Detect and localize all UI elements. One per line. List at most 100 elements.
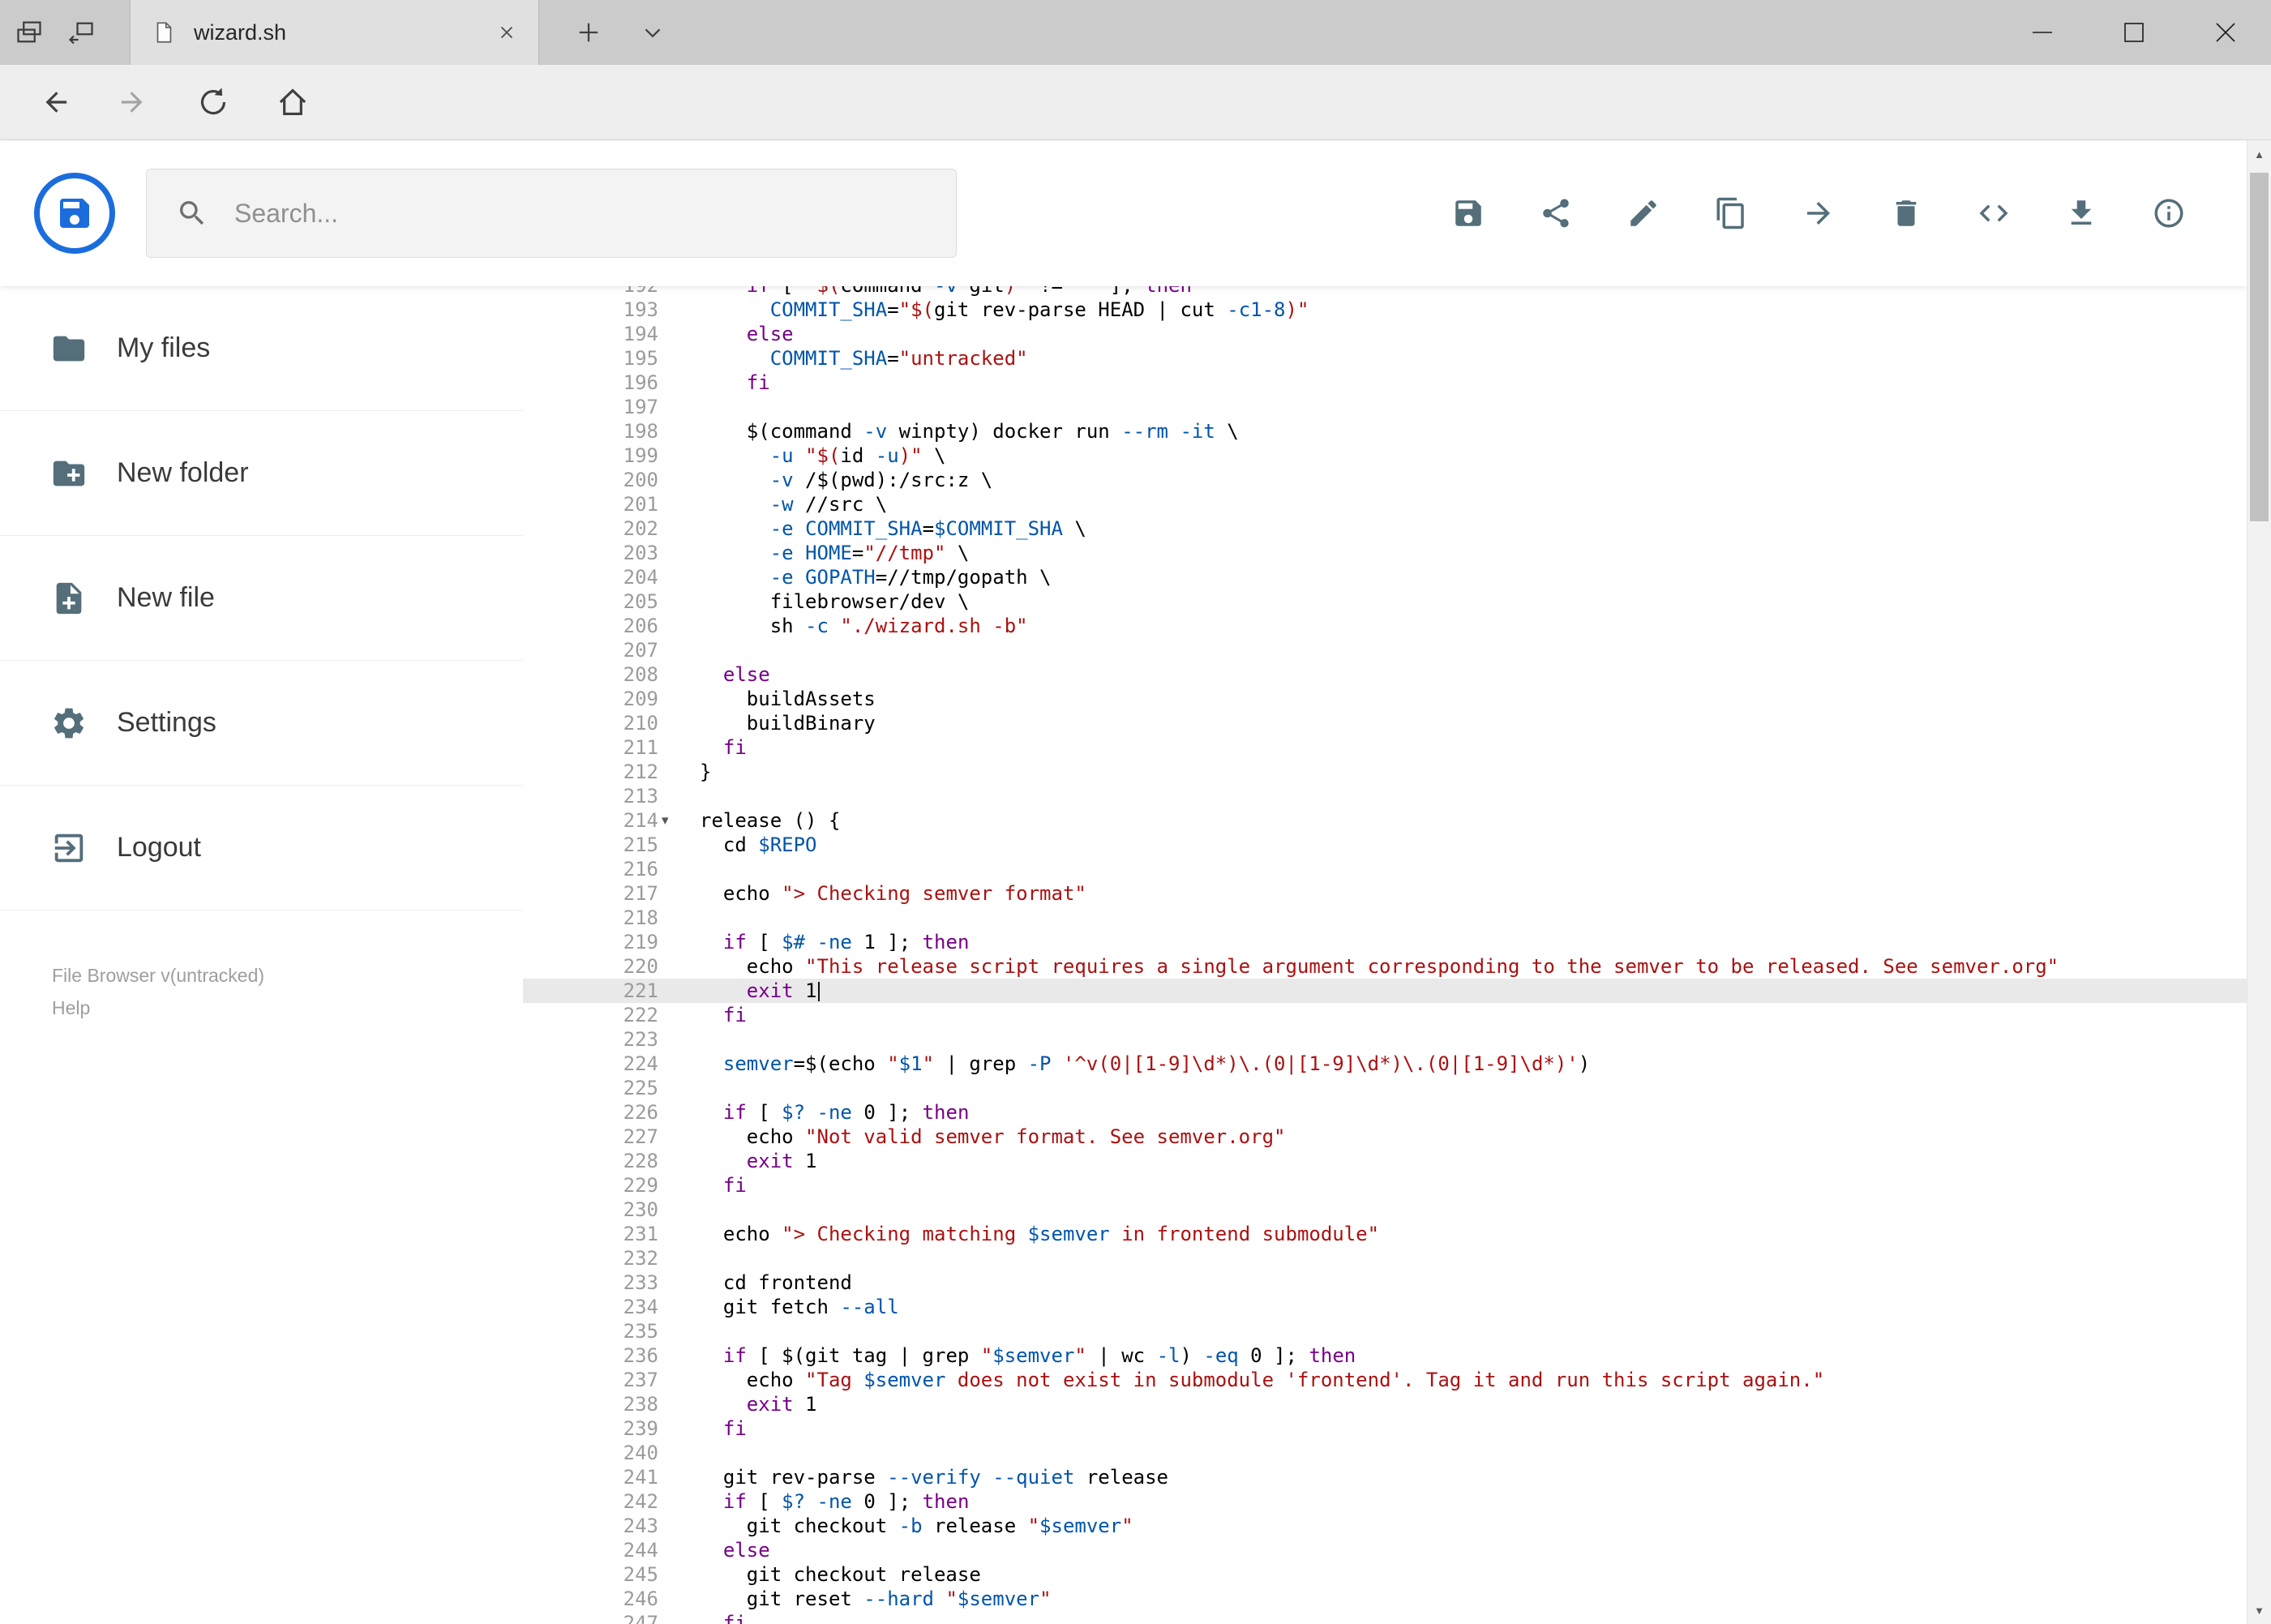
code-line[interactable]: 202 -e COMMIT_SHA=$COMMIT_SHA \ bbox=[523, 516, 2247, 541]
help-link[interactable]: Help bbox=[52, 992, 264, 1024]
source-code-button[interactable] bbox=[1977, 196, 2011, 230]
code-line[interactable]: 203 -e HOME="//tmp" \ bbox=[523, 541, 2247, 565]
code-line[interactable]: 208 else bbox=[523, 662, 2247, 687]
code-line[interactable]: 205 filebrowser/dev \ bbox=[523, 589, 2247, 614]
code-line[interactable]: 215 cd $REPO bbox=[523, 833, 2247, 857]
code-line[interactable]: 233 cd frontend bbox=[523, 1270, 2247, 1295]
tab-preview-icon[interactable] bbox=[15, 18, 44, 47]
code-line[interactable]: 195 COMMIT_SHA="untracked" bbox=[523, 346, 2247, 371]
code-line[interactable]: 221 exit 1 bbox=[523, 979, 2247, 1003]
code-line[interactable]: 196 fi bbox=[523, 371, 2247, 395]
forward-button[interactable] bbox=[94, 65, 174, 139]
code-line[interactable]: 194 else bbox=[523, 322, 2247, 346]
scroll-down-arrow-icon[interactable]: ▼ bbox=[2247, 1596, 2271, 1624]
fold-gutter bbox=[658, 1587, 686, 1611]
info-button[interactable] bbox=[2152, 196, 2186, 230]
code-line[interactable]: 244 else bbox=[523, 1538, 2247, 1562]
home-button[interactable] bbox=[253, 65, 332, 139]
fold-toggle-icon[interactable]: ▾ bbox=[658, 808, 686, 833]
search-box[interactable] bbox=[146, 169, 957, 258]
code-line[interactable]: 241 git rev-parse --verify --quiet relea… bbox=[523, 1465, 2247, 1489]
sidebar-item-new-file[interactable]: New file bbox=[0, 536, 523, 661]
set-aside-tabs-icon[interactable] bbox=[66, 18, 96, 47]
code-line[interactable]: 214 ▾ release () { bbox=[523, 808, 2247, 833]
code-line[interactable]: 193 COMMIT_SHA="$(git rev-parse HEAD | c… bbox=[523, 298, 2247, 322]
sidebar-item-settings[interactable]: Settings bbox=[0, 661, 523, 786]
code-line[interactable]: 246 git reset --hard "$semver" bbox=[523, 1587, 2247, 1611]
back-button[interactable] bbox=[15, 65, 94, 139]
scrollbar[interactable]: ▲ ▼ bbox=[2247, 140, 2271, 1624]
code-line[interactable]: 240 bbox=[523, 1441, 2247, 1465]
code-line[interactable]: 209 buildAssets bbox=[523, 687, 2247, 711]
code-line[interactable]: 247 fi bbox=[523, 1611, 2247, 1624]
code-line[interactable]: 217 echo "> Checking semver format" bbox=[523, 881, 2247, 906]
code-editor[interactable]: 192 if [ "$(command -v git)" != "" ]; th… bbox=[523, 286, 2247, 1624]
rename-button[interactable] bbox=[1626, 196, 1660, 230]
code-line[interactable]: 232 bbox=[523, 1246, 2247, 1270]
code-line[interactable]: 230 bbox=[523, 1198, 2247, 1222]
save-button[interactable] bbox=[1451, 196, 1485, 230]
scrollbar-thumb[interactable] bbox=[2250, 173, 2269, 521]
code-line[interactable]: 245 git checkout release bbox=[523, 1562, 2247, 1587]
close-button[interactable] bbox=[2179, 0, 2271, 65]
code-line[interactable]: 206 sh -c "./wizard.sh -b" bbox=[523, 614, 2247, 638]
code-line[interactable]: 204 -e GOPATH=//tmp/gopath \ bbox=[523, 565, 2247, 589]
code-line[interactable]: 207 bbox=[523, 638, 2247, 662]
code-line[interactable]: 218 bbox=[523, 906, 2247, 930]
browser-tab[interactable]: wizard.sh bbox=[130, 0, 539, 65]
code-line[interactable]: 216 bbox=[523, 857, 2247, 881]
sidebar-item-my-files[interactable]: My files bbox=[0, 286, 523, 411]
code-line[interactable]: 212} bbox=[523, 760, 2247, 784]
refresh-button[interactable] bbox=[174, 65, 253, 139]
code-line[interactable]: 200 -v /$(pwd):/src:z \ bbox=[523, 468, 2247, 492]
code-line[interactable]: 229 fi bbox=[523, 1173, 2247, 1198]
code-line[interactable]: 225 bbox=[523, 1076, 2247, 1100]
scroll-up-arrow-icon[interactable]: ▲ bbox=[2247, 140, 2271, 168]
line-number: 206 bbox=[623, 615, 658, 637]
code-line[interactable]: 222 fi bbox=[523, 1003, 2247, 1027]
code-line[interactable]: 210 buildBinary bbox=[523, 711, 2247, 735]
code-line[interactable]: 231 echo "> Checking matching $semver in… bbox=[523, 1222, 2247, 1246]
fold-gutter bbox=[658, 1489, 686, 1514]
code-line[interactable]: 239 fi bbox=[523, 1416, 2247, 1441]
share-button[interactable] bbox=[1539, 196, 1573, 230]
code-line[interactable]: 243 git checkout -b release "$semver" bbox=[523, 1514, 2247, 1538]
code-line[interactable]: 211 fi bbox=[523, 735, 2247, 760]
code-line[interactable]: 223 bbox=[523, 1027, 2247, 1052]
line-number: 220 bbox=[623, 955, 658, 978]
code-line[interactable]: 219 if [ $# -ne 1 ]; then bbox=[523, 930, 2247, 954]
tab-close-icon[interactable] bbox=[496, 22, 517, 43]
code-line[interactable]: 192 if [ "$(command -v git)" != "" ]; th… bbox=[523, 286, 2247, 298]
code-line[interactable]: 201 -w //src \ bbox=[523, 492, 2247, 516]
code-line[interactable]: 234 git fetch --all bbox=[523, 1295, 2247, 1319]
code-line[interactable]: 228 exit 1 bbox=[523, 1149, 2247, 1173]
code-line[interactable]: 236 if [ $(git tag | grep "$semver" | wc… bbox=[523, 1343, 2247, 1368]
copy-button[interactable] bbox=[1714, 196, 1748, 230]
code-text: cd frontend bbox=[700, 1271, 852, 1294]
search-input[interactable] bbox=[233, 197, 927, 229]
download-button[interactable] bbox=[2064, 196, 2098, 230]
code-line[interactable]: 235 bbox=[523, 1319, 2247, 1343]
code-line[interactable]: 224 semver=$(echo "$1" | grep -P '^v(0|[… bbox=[523, 1052, 2247, 1076]
code-line[interactable]: 198 $(command -v winpty) docker run --rm… bbox=[523, 419, 2247, 443]
delete-button[interactable] bbox=[1889, 196, 1923, 230]
sidebar-item-new-folder[interactable]: New folder bbox=[0, 411, 523, 536]
code-line[interactable]: 242 if [ $? -ne 0 ]; then bbox=[523, 1489, 2247, 1514]
filebrowser-logo[interactable] bbox=[34, 173, 115, 254]
tab-preview-chevron-icon[interactable] bbox=[626, 0, 679, 65]
code-line[interactable]: 237 echo "Tag $semver does not exist in … bbox=[523, 1368, 2247, 1392]
fold-gutter bbox=[658, 468, 686, 492]
sidebar-item-logout[interactable]: Logout bbox=[0, 786, 523, 911]
code-line[interactable]: 197 bbox=[523, 395, 2247, 419]
minimize-button[interactable] bbox=[1996, 0, 2088, 65]
maximize-button[interactable] bbox=[2088, 0, 2179, 65]
code-line[interactable]: 226 if [ $? -ne 0 ]; then bbox=[523, 1100, 2247, 1125]
code-line[interactable]: 238 exit 1 bbox=[523, 1392, 2247, 1416]
move-button[interactable] bbox=[1802, 196, 1836, 230]
code-line[interactable]: 227 echo "Not valid semver format. See s… bbox=[523, 1125, 2247, 1149]
code-line[interactable]: 199 -u "$(id -u)" \ bbox=[523, 443, 2247, 468]
code-line[interactable]: 220 echo "This release script requires a… bbox=[523, 954, 2247, 979]
code-line[interactable]: 213 bbox=[523, 784, 2247, 808]
line-number: 212 bbox=[623, 761, 658, 783]
new-tab-button[interactable] bbox=[562, 0, 615, 65]
